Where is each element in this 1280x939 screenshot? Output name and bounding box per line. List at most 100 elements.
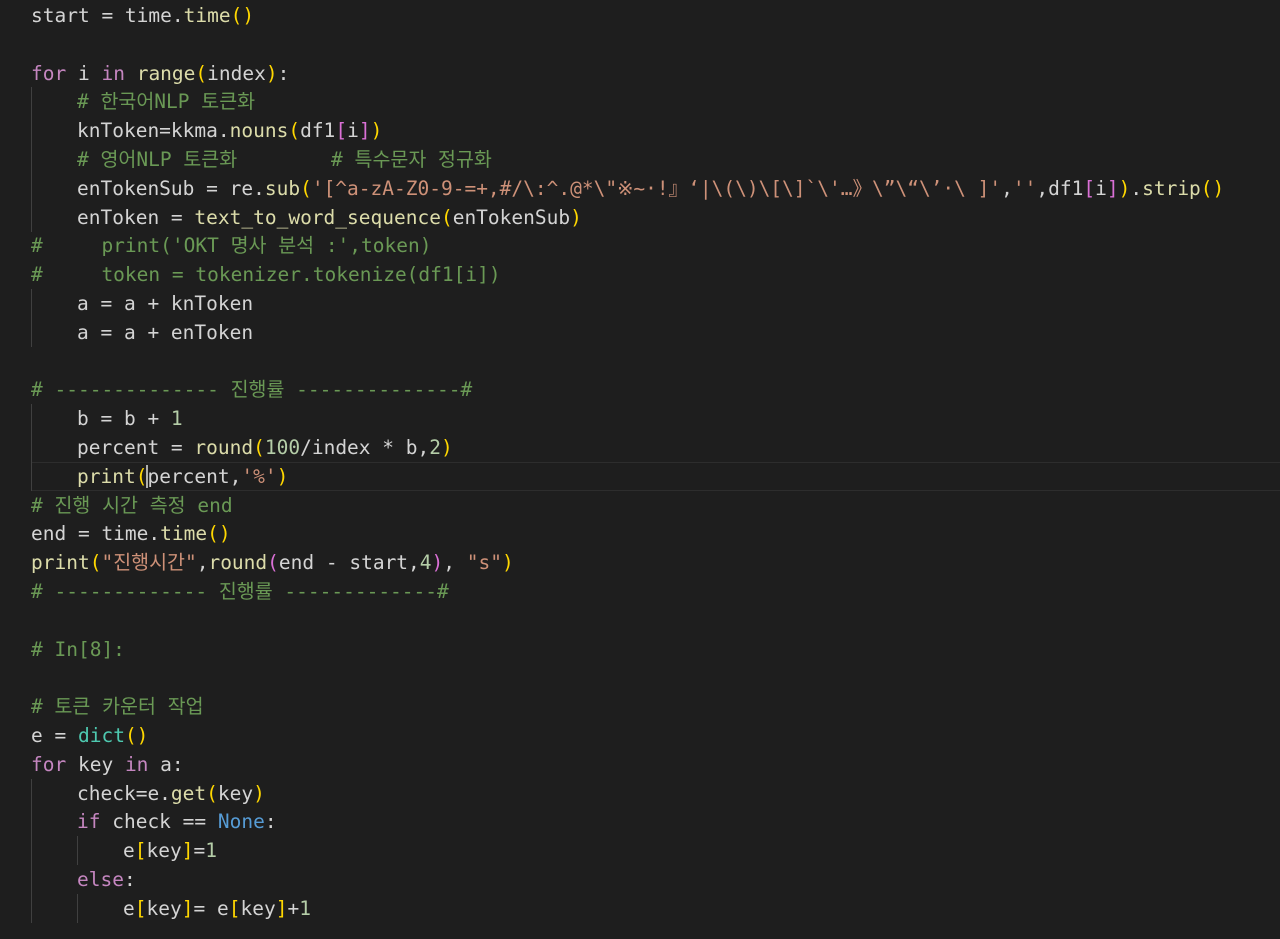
code-line[interactable]: for i in range(index):	[0, 59, 1280, 88]
code-line[interactable]: end = time.time()	[0, 519, 1280, 548]
code-token: check=e.	[77, 781, 171, 805]
code-token: )	[431, 551, 444, 575]
code-token: ,	[1001, 176, 1013, 200]
code-line[interactable]: if check == None:	[0, 807, 1280, 837]
code-line[interactable]: check=e.get(key)	[0, 778, 1280, 808]
code-token: a:	[148, 752, 184, 776]
code-line[interactable]: enToken = text_to_word_sequence(enTokenS…	[0, 202, 1280, 232]
code-token: start = time.	[31, 4, 184, 27]
code-token: in	[124, 752, 149, 776]
code-line[interactable]: knToken=kkma.nouns(df1[i])	[0, 116, 1280, 146]
code-token: ()	[230, 4, 255, 27]
code-line[interactable]: # ------------- 진행률 -------------#	[0, 577, 1280, 606]
code-line[interactable]: # 토큰 카운터 작업	[0, 692, 1280, 721]
indent-guide	[31, 87, 32, 117]
code-line[interactable]: e[key]=1	[0, 836, 1280, 866]
code-line[interactable]: # In[8]:	[0, 635, 1280, 664]
code-line[interactable]: a = a + enToken	[0, 317, 1280, 347]
code-token: ()	[1200, 176, 1225, 200]
code-token: time	[160, 522, 208, 546]
code-token: 4	[419, 551, 432, 575]
code-token: ,df1	[1036, 176, 1084, 200]
indent-guide	[77, 836, 78, 866]
code-token: text_to_word_sequence	[194, 205, 441, 229]
code-token: (	[206, 781, 218, 805]
code-text: if check == None:	[77, 807, 277, 836]
code-line[interactable]	[0, 30, 1280, 59]
code-line[interactable]: print(percent,'%')	[0, 461, 1280, 491]
indent-guide	[31, 404, 32, 434]
code-token: )	[253, 781, 265, 805]
code-text: # 진행 시간 측정 end	[31, 491, 233, 520]
code-token: # 진행 시간 측정 end	[31, 493, 233, 517]
indent-guide	[31, 202, 32, 232]
code-token: round	[194, 436, 254, 459]
code-token: [	[134, 896, 147, 920]
indent-guide	[77, 893, 78, 923]
code-text: # token = tokenizer.tokenize(df1[i])	[31, 260, 501, 289]
code-text: # 토큰 카운터 작업	[31, 692, 204, 721]
code-line[interactable]: # 한국어NLP 토큰화	[0, 87, 1280, 117]
indent-guide	[31, 145, 32, 174]
code-token: # ------------- 진행률 -------------#	[31, 580, 449, 603]
code-token: e	[123, 839, 135, 863]
code-line[interactable]	[0, 347, 1280, 376]
code-token: '%'	[241, 464, 277, 488]
code-token: enTokenSub = re.	[77, 176, 265, 200]
code-token: i	[347, 119, 359, 143]
code-line[interactable]: # 영어NLP 토큰화 # 특수문자 정규화	[0, 145, 1280, 174]
code-editor[interactable]: start = time.time() for i in range(index)…	[0, 0, 1280, 939]
code-line[interactable]: print("진행시간",round(end - start,4), "s")	[0, 548, 1280, 577]
code-line[interactable]: # print('OKT 명사 분석 :',token)	[0, 231, 1280, 260]
code-token: percent =	[77, 436, 195, 459]
text-cursor	[146, 464, 148, 488]
code-token: a = a + enToken	[77, 320, 254, 344]
code-token: print	[31, 551, 90, 575]
code-token: 2	[429, 436, 441, 459]
code-line[interactable]: # -------------- 진행률 --------------#	[0, 375, 1280, 404]
code-line[interactable]: for key in a:	[0, 750, 1280, 779]
code-token: (	[195, 61, 208, 85]
code-text: end = time.time()	[31, 519, 231, 548]
code-token: =	[193, 839, 206, 863]
code-line[interactable]	[0, 663, 1280, 692]
code-line[interactable]: percent = round(100/index * b,2)	[0, 433, 1280, 462]
code-text: # 영어NLP 토큰화 # 특수문자 정규화	[77, 145, 492, 174]
code-text: percent = round(100/index * b,2)	[77, 433, 453, 462]
code-token: 100	[264, 436, 301, 459]
code-token: strip	[1142, 176, 1201, 200]
code-line[interactable]: else:	[0, 865, 1280, 894]
code-token: i	[1095, 176, 1107, 200]
code-token: if	[77, 810, 101, 834]
code-token: else	[77, 868, 124, 891]
code-line[interactable]: # token = tokenizer.tokenize(df1[i])	[0, 260, 1280, 289]
code-token: key	[146, 896, 182, 920]
code-text: # -------------- 진행률 --------------#	[31, 375, 472, 404]
code-token: # token = tokenizer.tokenize(df1[i])	[31, 263, 501, 287]
code-line[interactable]: start = time.time()	[0, 1, 1280, 30]
code-line[interactable]	[0, 606, 1280, 635]
code-token: '[^a-zA-Z0-9-=+,#/\:^.@*\"※~·!』‘|\(\)\[\…	[311, 176, 1002, 200]
code-token: ()	[124, 724, 149, 747]
code-token: "진행시간"	[101, 551, 197, 575]
code-token: get	[170, 781, 207, 805]
code-text: start = time.time()	[31, 1, 254, 30]
code-token: e	[123, 896, 135, 920]
code-token: percent,	[147, 464, 242, 488]
code-token: key	[146, 839, 182, 863]
code-line[interactable]: e = dict()	[0, 721, 1280, 750]
code-text: else:	[77, 865, 136, 894]
code-line[interactable]: # 진행 시간 측정 end	[0, 491, 1280, 520]
code-token: ()	[207, 522, 231, 546]
code-token: index	[207, 61, 266, 85]
code-line[interactable]: a = a + knToken	[0, 289, 1280, 318]
indent-guide	[31, 461, 32, 491]
code-token: (	[440, 205, 453, 229]
indent-guide	[31, 778, 32, 808]
code-token: [	[134, 839, 147, 863]
code-line[interactable]: enTokenSub = re.sub('[^a-zA-Z0-9-=+,#/\:…	[0, 173, 1280, 203]
code-line[interactable]: e[key]= e[key]+1	[0, 893, 1280, 923]
indent-guide	[31, 317, 32, 347]
code-token: e =	[31, 724, 78, 747]
code-line[interactable]: b = b + 1	[0, 404, 1280, 434]
